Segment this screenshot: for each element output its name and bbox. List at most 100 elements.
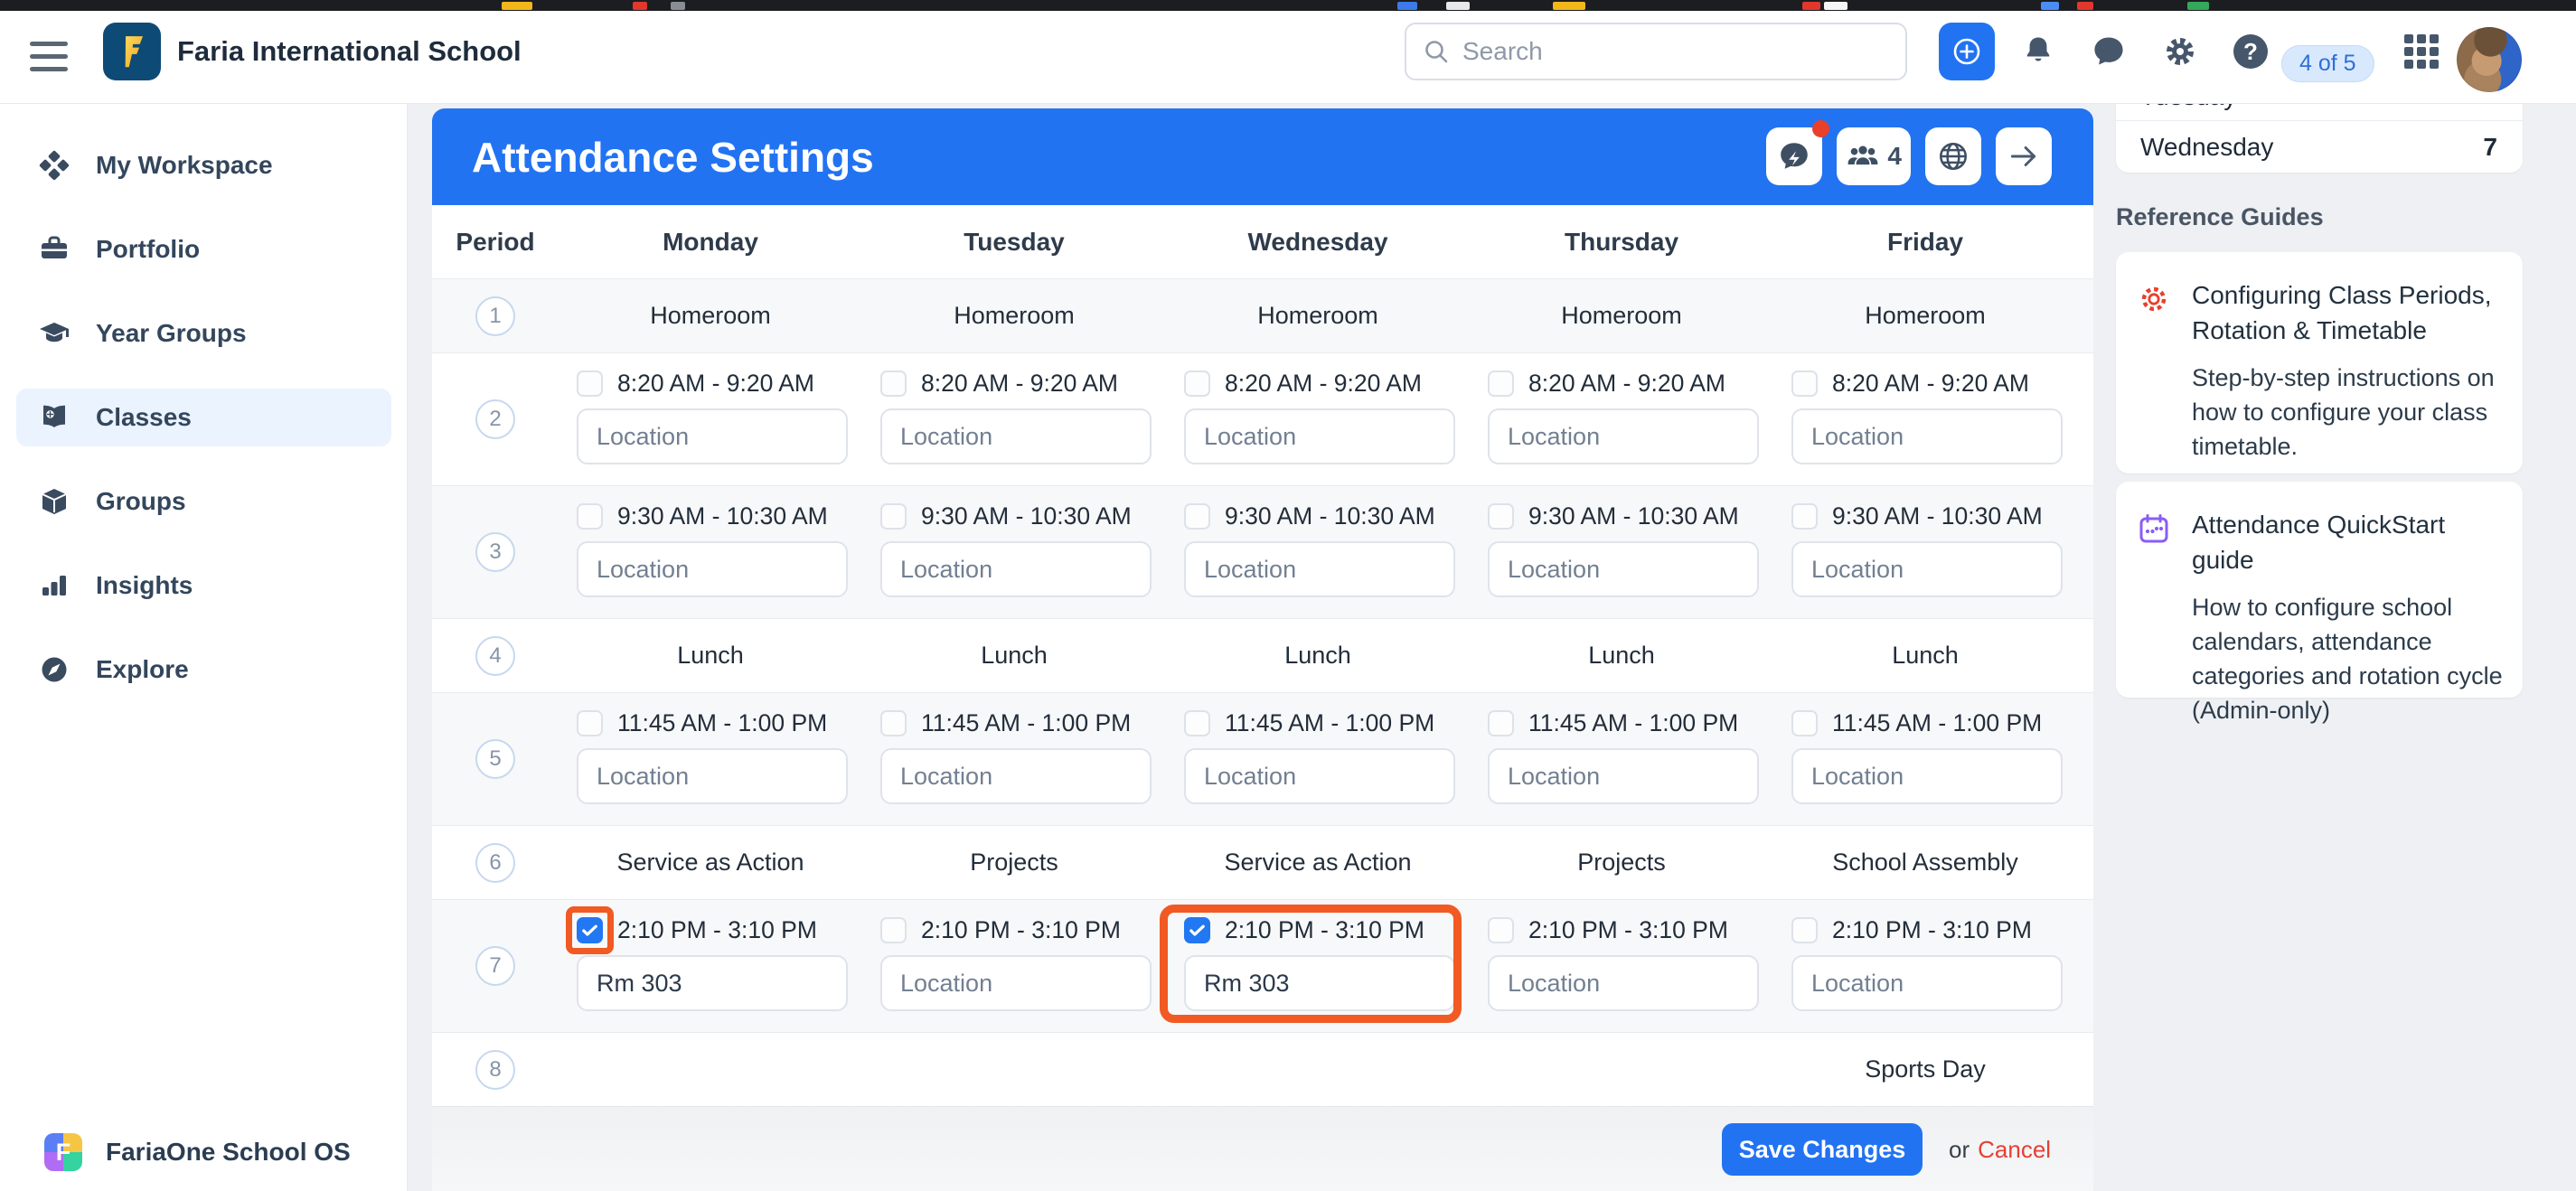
location-input[interactable]: [577, 541, 848, 597]
slot-checkbox[interactable]: [1791, 710, 1818, 736]
slot-checkbox[interactable]: [1184, 503, 1210, 530]
chat-bubble-icon[interactable]: [2081, 23, 2137, 80]
location-input[interactable]: [1791, 408, 2063, 464]
guide-card-attendance-quickstart[interactable]: Attendance QuickStart guide How to confi…: [2116, 482, 2523, 698]
location-input[interactable]: [1184, 408, 1455, 464]
guide-title: Configuring Class Periods, Rotation & Ti…: [2192, 277, 2504, 348]
gear-icon[interactable]: [2152, 23, 2208, 80]
location-input[interactable]: [1488, 408, 1759, 464]
notification-dot: [1812, 120, 1829, 137]
messenger-button[interactable]: [1766, 127, 1822, 185]
period-label-cell: [559, 1033, 862, 1106]
search-input[interactable]: [1462, 37, 1889, 66]
location-input[interactable]: [880, 955, 1152, 1011]
period-label: Homeroom: [1561, 302, 1682, 330]
sidebar-item-groups[interactable]: Groups: [16, 473, 391, 530]
location-input[interactable]: [577, 408, 848, 464]
sidebar-item-portfolio[interactable]: Portfolio: [16, 220, 391, 278]
faria-logo[interactable]: [103, 23, 161, 80]
slot-checkbox[interactable]: [577, 503, 603, 530]
day-value: 7: [2483, 133, 2497, 162]
location-input[interactable]: [1791, 955, 2063, 1011]
people-count-button[interactable]: 4: [1837, 127, 1911, 185]
location-input[interactable]: [577, 955, 848, 1011]
reference-guides-heading: Reference Guides: [2116, 203, 2324, 231]
period-number: 1: [475, 296, 515, 336]
timetable-row: 1HomeroomHomeroomHomeroomHomeroomHomeroo…: [432, 279, 2093, 353]
checkbox-wrap: [880, 503, 907, 530]
slot-time: 2:10 PM - 3:10 PM: [1832, 916, 2032, 944]
sidebar-item-explore[interactable]: Explore: [16, 641, 391, 699]
sidebar-item-label: Groups: [96, 487, 186, 516]
slot-checkbox[interactable]: [1488, 503, 1514, 530]
slot-checkbox[interactable]: [577, 917, 603, 943]
slot-cell: 8:20 AM - 9:20 AM: [862, 353, 1166, 485]
avatar[interactable]: [2457, 27, 2522, 92]
arrow-right-button[interactable]: [1996, 127, 2052, 185]
guide-description: How to configure school calendars, atten…: [2192, 590, 2508, 727]
slot-checkbox[interactable]: [880, 917, 907, 943]
day-label: Wednesday: [2140, 133, 2273, 162]
location-input[interactable]: [1488, 541, 1759, 597]
slot-checkbox[interactable]: [880, 370, 907, 397]
slot-cell: 11:45 AM - 1:00 PM: [1470, 693, 1773, 825]
timetable-row: 39:30 AM - 10:30 AM9:30 AM - 10:30 AM9:3…: [432, 486, 2093, 619]
apps-grid-icon[interactable]: [2393, 23, 2449, 80]
location-input[interactable]: [1184, 748, 1455, 804]
sidebar-item-insights[interactable]: Insights: [16, 557, 391, 614]
location-input[interactable]: [1184, 541, 1455, 597]
period-label: Lunch: [1892, 642, 1959, 670]
slot-checkbox[interactable]: [1791, 917, 1818, 943]
arrow-right-icon: [2007, 139, 2041, 173]
slot-checkbox[interactable]: [577, 370, 603, 397]
sidebar-item-classes[interactable]: Classes: [16, 389, 391, 446]
slot-cell: 11:45 AM - 1:00 PM: [559, 693, 862, 825]
cancel-link[interactable]: Cancel: [1978, 1136, 2051, 1164]
day-row[interactable]: Wednesday 7: [2116, 121, 2523, 173]
search-icon: [1423, 38, 1450, 65]
usage-badge[interactable]: 4 of 5: [2281, 45, 2374, 82]
guide-card-class-periods[interactable]: Configuring Class Periods, Rotation & Ti…: [2116, 252, 2523, 474]
timetable-row: 28:20 AM - 9:20 AM8:20 AM - 9:20 AM8:20 …: [432, 353, 2093, 486]
period-label: Projects: [970, 849, 1058, 877]
slot-checkbox[interactable]: [880, 710, 907, 736]
slot-checkbox[interactable]: [1488, 917, 1514, 943]
location-input[interactable]: [1791, 748, 2063, 804]
hamburger-menu-icon[interactable]: [30, 38, 68, 76]
globe-button[interactable]: [1925, 127, 1981, 185]
calendar-icon: [2138, 512, 2170, 545]
slot-checkbox[interactable]: [1184, 710, 1210, 736]
sidebar-item-my-workspace[interactable]: My Workspace: [16, 136, 391, 194]
slot-checkbox[interactable]: [1184, 917, 1210, 943]
slot-checkbox[interactable]: [1791, 503, 1818, 530]
slot-checkbox[interactable]: [1488, 370, 1514, 397]
column-header: Period: [432, 205, 559, 278]
location-input[interactable]: [880, 748, 1152, 804]
period-number: 5: [475, 739, 515, 779]
bell-icon[interactable]: [2010, 23, 2066, 80]
slot-checkbox[interactable]: [1184, 370, 1210, 397]
slot-checkbox[interactable]: [1791, 370, 1818, 397]
location-input[interactable]: [880, 541, 1152, 597]
sidebar-item-year-groups[interactable]: Year Groups: [16, 305, 391, 362]
help-question-icon[interactable]: ?: [2223, 23, 2279, 80]
period-label-cell: Lunch: [559, 619, 862, 692]
sidebar-item-label: Year Groups: [96, 319, 247, 348]
fariaone-logo[interactable]: F: [44, 1133, 82, 1171]
period-cell: 4: [432, 619, 559, 692]
slot-checkbox[interactable]: [1488, 710, 1514, 736]
location-input[interactable]: [1184, 955, 1455, 1011]
slot-checkbox[interactable]: [880, 503, 907, 530]
save-changes-button[interactable]: Save Changes: [1722, 1123, 1923, 1176]
add-plus-icon[interactable]: [1939, 23, 1995, 80]
location-input[interactable]: [1488, 748, 1759, 804]
location-input[interactable]: [1791, 541, 2063, 597]
slot-checkbox[interactable]: [577, 710, 603, 736]
location-input[interactable]: [577, 748, 848, 804]
page-title: Attendance Settings: [472, 108, 874, 205]
slot-cell: 9:30 AM - 10:30 AM: [1773, 486, 2077, 618]
location-input[interactable]: [880, 408, 1152, 464]
top-bar: Faria International School ? 4 of 5: [0, 11, 2576, 104]
location-input[interactable]: [1488, 955, 1759, 1011]
slot-cell: 9:30 AM - 10:30 AM: [559, 486, 862, 618]
